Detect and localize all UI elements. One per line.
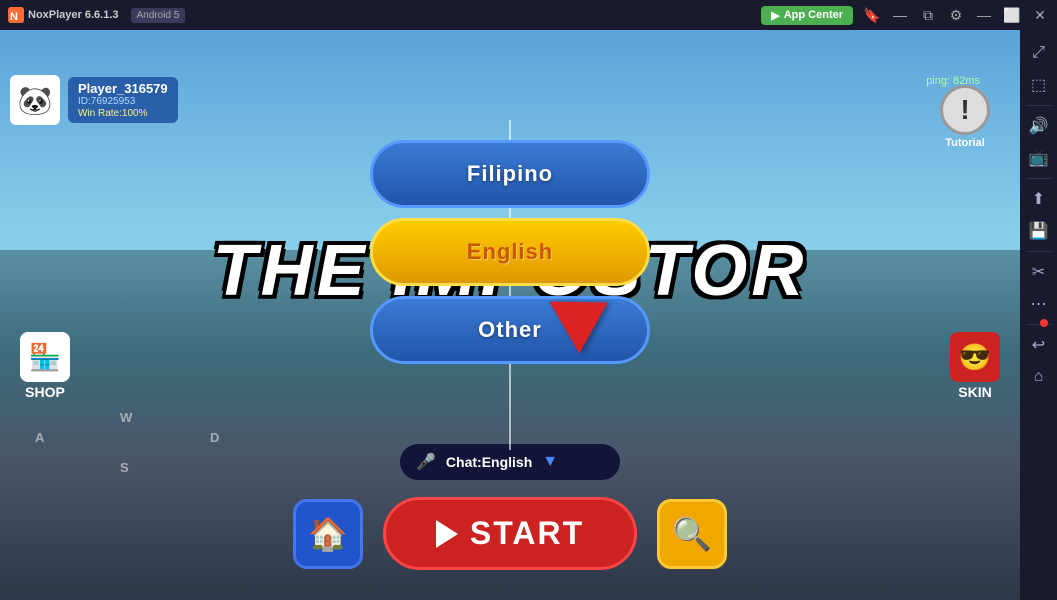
sidebar-divider-3 bbox=[1027, 251, 1051, 252]
sidebar-divider-2 bbox=[1027, 178, 1051, 179]
screenshot-icon[interactable]: ⬚ bbox=[1024, 70, 1054, 100]
more-options-wrap: ⋯ bbox=[1024, 289, 1054, 319]
right-sidebar: ⤢ ⬚ 🔊 📺 ⬆ 💾 ✂ ⋯ ↩ ⌂ bbox=[1020, 30, 1057, 600]
nox-logo: N NoxPlayer 6.6.1.3 bbox=[0, 7, 127, 23]
restore-button[interactable]: ⧉ bbox=[915, 5, 941, 25]
language-overlay: Filipino English Other bbox=[0, 60, 1020, 600]
scissors-icon[interactable]: ✂ bbox=[1024, 257, 1054, 287]
notification-dot bbox=[1040, 319, 1048, 327]
volume-icon[interactable]: 🔊 bbox=[1024, 111, 1054, 141]
svg-text:N: N bbox=[10, 11, 18, 23]
title-bar-controls: 🔖 — ⧉ ⚙ — ⬜ ✕ bbox=[859, 5, 1057, 25]
close-button[interactable]: ✕ bbox=[1027, 5, 1053, 25]
arrow-pointer bbox=[561, 285, 611, 345]
android-badge: Android 5 bbox=[131, 8, 186, 23]
english-button[interactable]: English bbox=[370, 218, 650, 286]
minimize-button[interactable]: — bbox=[887, 5, 913, 25]
sidebar-divider-1 bbox=[1027, 105, 1051, 106]
filipino-button[interactable]: Filipino bbox=[370, 140, 650, 208]
app-center-label: App Center bbox=[784, 9, 843, 21]
upload-icon[interactable]: ⬆ bbox=[1024, 184, 1054, 214]
expand-icon[interactable]: ⤢ bbox=[1024, 38, 1054, 68]
back-icon[interactable]: ↩ bbox=[1024, 330, 1054, 360]
bookmark-button[interactable]: 🔖 bbox=[859, 5, 885, 25]
maximize-button[interactable]: ⬜ bbox=[999, 5, 1025, 25]
settings-button[interactable]: ⚙ bbox=[943, 5, 969, 25]
game-area: THE IMPOSTOR 🐼 Player_316579 ID:76925953… bbox=[0, 30, 1020, 600]
home-sidebar-icon[interactable]: ⌂ bbox=[1024, 362, 1054, 392]
minimize-window-button[interactable]: — bbox=[971, 5, 997, 25]
app-center-button[interactable]: ▶ App Center bbox=[761, 6, 853, 25]
title-bar: N NoxPlayer 6.6.1.3 Android 5 ▶ App Cent… bbox=[0, 0, 1057, 30]
play-store-icon: ▶ bbox=[771, 9, 779, 22]
display-icon[interactable]: 📺 bbox=[1024, 143, 1054, 173]
storage-icon[interactable]: 💾 bbox=[1024, 216, 1054, 246]
nox-icon: N bbox=[8, 7, 24, 23]
nox-version: NoxPlayer 6.6.1.3 bbox=[28, 9, 119, 21]
more-options-icon[interactable]: ⋯ bbox=[1024, 289, 1054, 319]
